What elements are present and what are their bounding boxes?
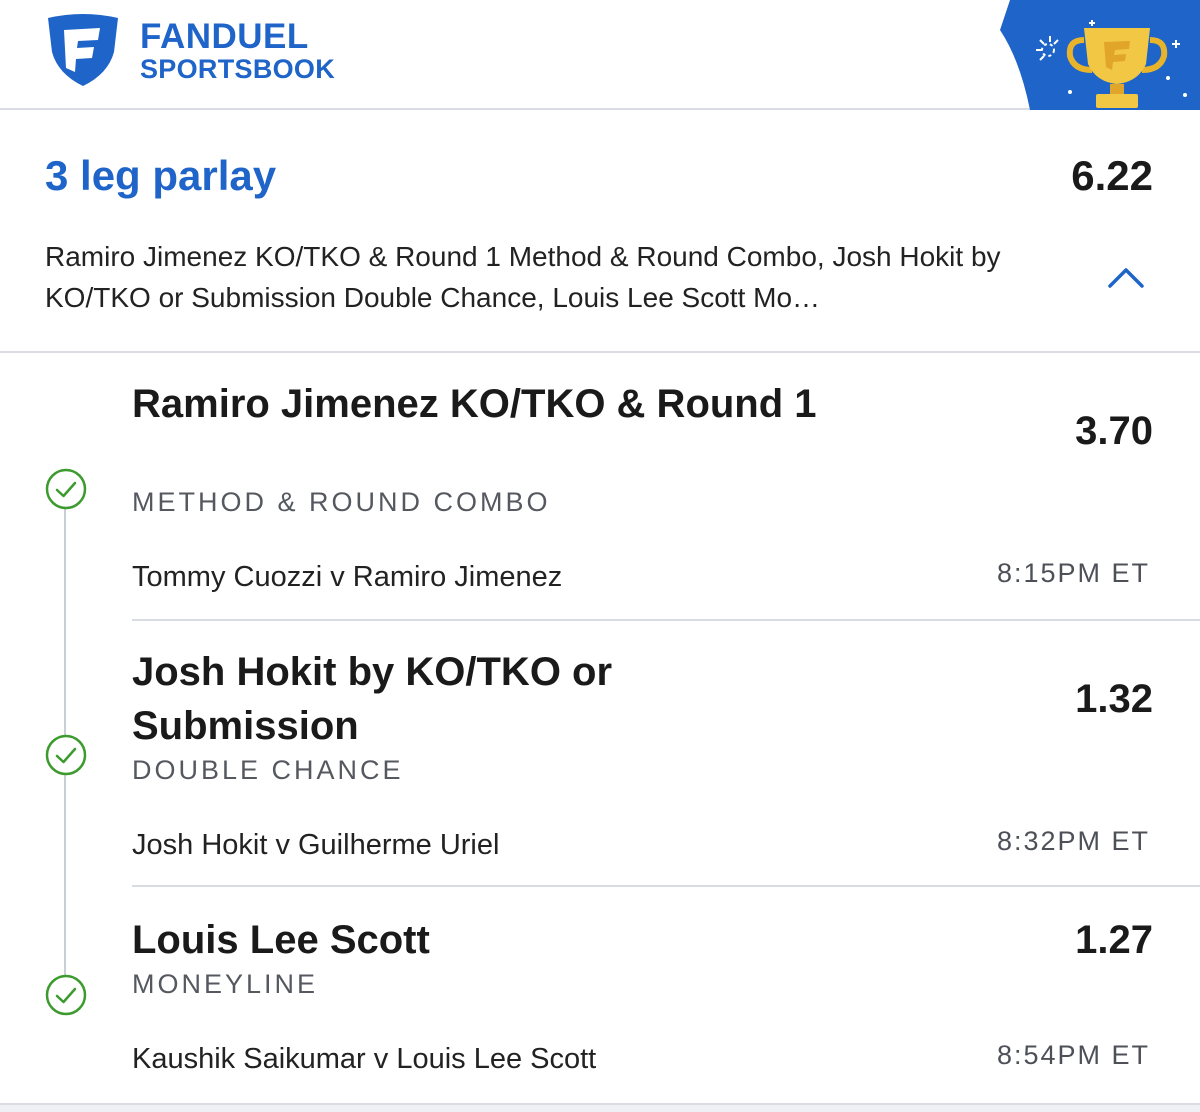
bottom-divider xyxy=(0,1103,1200,1112)
leg-event: Kaushik Saikumar v Louis Lee Scott xyxy=(132,1043,597,1075)
leg-market: METHOD & ROUND COMBO xyxy=(132,487,551,517)
leg-time: 8:32PM ET xyxy=(996,826,1150,856)
leg-market: MONEYLINE xyxy=(132,969,319,999)
parlay-legs: Ramiro Jimenez KO/TKO & Round 1 3.70 MET… xyxy=(0,355,1200,1112)
chevron-up-icon[interactable] xyxy=(1105,262,1147,292)
app-header: FANDUEL SPORTSBOOK xyxy=(0,0,1200,110)
trophy-icon[interactable] xyxy=(1000,0,1200,110)
check-circle-icon xyxy=(45,468,87,510)
brand-name: FANDUEL xyxy=(140,17,309,56)
leg-title: Josh Hokit by KO/TKO or Submission xyxy=(132,650,613,748)
leg-item[interactable]: Louis Lee Scott 1.27 MONEYLINE Kaushik S… xyxy=(0,887,1200,1103)
leg-odds: 1.27 xyxy=(1075,918,1153,962)
leg-item[interactable]: Josh Hokit by KO/TKO or Submission 1.32 … xyxy=(0,621,1200,887)
leg-event: Josh Hokit v Guilherme Uriel xyxy=(132,829,500,861)
check-circle-icon xyxy=(45,734,87,776)
leg-time: 8:54PM ET xyxy=(996,1040,1150,1070)
fanduel-shield-icon xyxy=(48,14,118,86)
leg-event: Tommy Cuozzi v Ramiro Jimenez xyxy=(132,561,563,593)
check-circle-icon xyxy=(45,974,87,1016)
parlay-odds: 6.22 xyxy=(1071,152,1153,199)
leg-title: Louis Lee Scott xyxy=(132,918,430,962)
brand-subname: SPORTSBOOK xyxy=(140,54,336,84)
parlay-summary[interactable]: 3 leg parlay 6.22 Ramiro Jimenez KO/TKO … xyxy=(0,112,1200,353)
leg-odds: 1.32 xyxy=(1075,677,1153,721)
leg-market: DOUBLE CHANCE xyxy=(132,755,404,785)
parlay-description: Ramiro Jimenez KO/TKO & Round 1 Method &… xyxy=(45,241,1001,313)
leg-time: 8:15PM ET xyxy=(996,558,1150,588)
leg-title: Ramiro Jimenez KO/TKO & Round 1 xyxy=(132,382,817,426)
leg-odds: 3.70 xyxy=(1075,409,1153,453)
leg-item[interactable]: Ramiro Jimenez KO/TKO & Round 1 3.70 MET… xyxy=(0,355,1200,621)
parlay-title: 3 leg parlay xyxy=(45,152,277,199)
